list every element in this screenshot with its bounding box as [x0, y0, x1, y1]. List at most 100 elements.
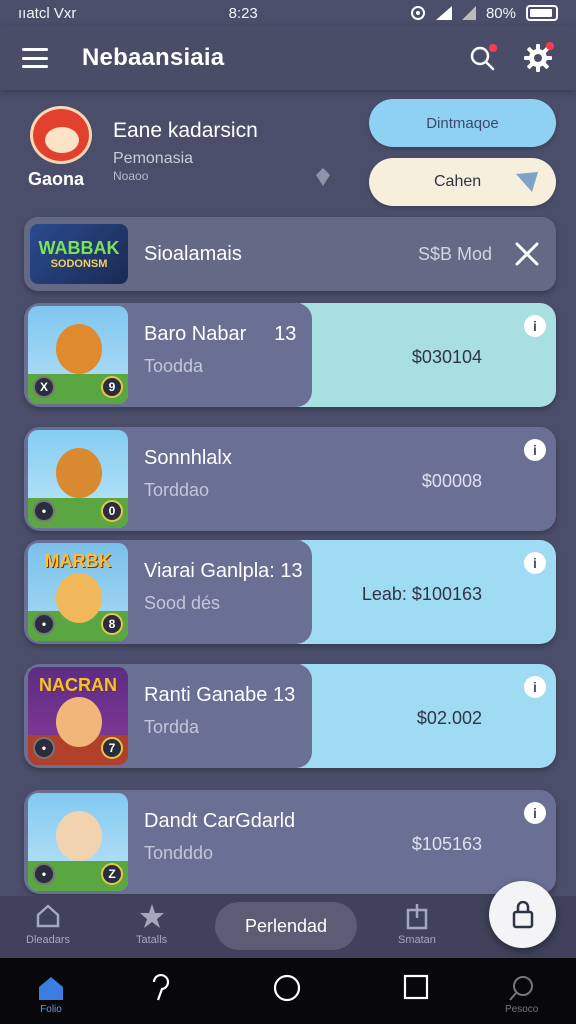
top-app-bar: Nebaansiaia	[0, 26, 576, 90]
nav-item-details[interactable]: Tatalls	[136, 902, 167, 946]
thumb-badge-right: 7	[101, 737, 123, 759]
game-thumbnail: • Z	[28, 793, 128, 891]
wifi-icon	[461, 6, 476, 20]
star-icon	[139, 904, 164, 928]
thumb-badge-right: 8	[101, 613, 123, 635]
sys-search-label: Pesoco	[505, 1004, 539, 1015]
featured-item[interactable]: WABBAK SODONSM Sioalamais S$B Mod	[24, 217, 556, 291]
primary-action-button[interactable]: Dintmaqoe	[369, 99, 556, 147]
mascot-icon	[30, 106, 92, 164]
secondary-action-button[interactable]: Cahen	[369, 158, 556, 206]
featured-label: Sioalamais	[144, 242, 242, 265]
game-price: $02.002	[416, 708, 482, 728]
system-nav-bar: Folio Pesoco	[0, 958, 576, 1024]
info-icon[interactable]: i	[524, 315, 546, 337]
carrier-label: ııatcl Vxr	[18, 4, 77, 22]
send-icon	[516, 172, 538, 192]
logo-text: Gaona	[28, 169, 85, 189]
page-title: Nebaansiaia	[82, 44, 225, 71]
search-button[interactable]	[466, 42, 498, 74]
game-price: $00008	[421, 471, 482, 491]
search-icon	[508, 976, 533, 1001]
info-icon[interactable]: i	[524, 676, 546, 698]
featured-thumb-title: WABBAK	[38, 237, 120, 258]
close-button[interactable]	[512, 239, 542, 269]
thumb-badge-left: •	[33, 500, 55, 522]
game-thumbnail: • 0	[28, 430, 128, 528]
sync-icon	[410, 6, 425, 20]
status-icons: 80%	[410, 5, 558, 22]
game-art-title: NACRAN	[39, 675, 117, 695]
game-subtitle: Torddao	[144, 480, 210, 500]
circle-icon	[273, 974, 301, 1002]
game-title: Sonnhlalx	[144, 447, 232, 469]
settings-button[interactable]	[522, 42, 554, 74]
menu-icon[interactable]	[22, 48, 48, 68]
game-card[interactable]: • Z Dandt CarGdarld Tondddo $105163 i	[24, 790, 556, 894]
clock: 8:23	[228, 4, 258, 22]
secondary-action-label: Cahen	[434, 173, 482, 190]
game-card[interactable]: X 9 Baro Nabar 13 Toodda $030104 i	[24, 303, 556, 407]
nav-label: Tatalls	[136, 934, 168, 946]
close-icon	[515, 242, 539, 266]
featured-thumbnail: WABBAK SODONSM	[30, 224, 128, 284]
info-icon[interactable]: i	[524, 439, 546, 461]
square-icon	[403, 974, 429, 1000]
nav-item-smatan[interactable]: Smatan	[398, 902, 436, 946]
notification-dot	[489, 44, 497, 52]
tag-icon	[316, 168, 330, 186]
game-subtitle: Toodda	[144, 356, 204, 376]
thumb-badge-right: 0	[101, 500, 123, 522]
sys-search-button[interactable]: Pesoco	[505, 974, 538, 1015]
nav-pill-button[interactable]: Perlendad	[215, 902, 357, 950]
game-price: $030104	[411, 347, 482, 367]
floating-action-button[interactable]	[489, 881, 556, 948]
thumb-badge-left: •	[33, 863, 55, 885]
featured-thumb-subtitle: SODONSM	[50, 257, 108, 270]
nav-label: Dleadars	[26, 934, 71, 946]
back-icon	[152, 974, 170, 1001]
home-outline-icon	[36, 904, 60, 928]
featured-price: S$B Mod	[417, 243, 492, 264]
battery-percent: 80%	[485, 4, 516, 22]
app-logo: Gaona	[24, 106, 100, 190]
game-title: Baro Nabar 13	[144, 323, 297, 345]
game-price: Leab: $100163	[361, 584, 482, 604]
game-card[interactable]: MARBK • 8 Viarai Ganlpla: 13 Sood dés Le…	[24, 540, 556, 644]
game-card[interactable]: NACRAN • 7 Ranti Ganabe 13 Tordda $02.00…	[24, 664, 556, 768]
sys-recents-button[interactable]	[403, 974, 429, 1000]
game-card[interactable]: • 0 Sonnhlalx Torddao $00008 i	[24, 427, 556, 531]
sys-circle-button[interactable]	[273, 974, 301, 1002]
game-thumbnail: MARBK • 8	[28, 543, 128, 641]
thumb-badge-left: •	[33, 613, 55, 635]
settings-alert-dot	[546, 42, 554, 50]
nav-label: Smatan	[398, 934, 436, 946]
home-icon	[39, 977, 63, 1000]
game-title: Dandt CarGdarld	[144, 810, 296, 832]
thumb-badge-left: •	[33, 737, 55, 759]
sys-back-button[interactable]	[148, 974, 172, 1002]
game-subtitle: Sood dés	[144, 593, 221, 613]
share-icon	[406, 904, 428, 930]
battery-icon	[526, 5, 558, 21]
game-art-title: MARBK	[44, 551, 112, 571]
status-bar: ııatcl Vxr 8:23 80%	[0, 0, 576, 26]
lock-icon	[512, 900, 533, 928]
thumb-badge-right: 9	[101, 376, 123, 398]
game-title: Ranti Ganabe 13	[144, 684, 296, 706]
thumb-badge-left: X	[33, 376, 55, 398]
info-icon[interactable]: i	[524, 802, 546, 824]
sys-home-button[interactable]: Folio	[36, 974, 66, 1015]
game-title: Viarai Ganlpla: 13	[144, 560, 303, 582]
game-thumbnail: NACRAN • 7	[28, 667, 128, 765]
nav-item-leaders[interactable]: Dleadars	[26, 902, 70, 946]
profile-subtitle: Pemonasia	[113, 150, 194, 167]
sys-home-label: Folio	[40, 1004, 62, 1015]
info-icon[interactable]: i	[524, 552, 546, 574]
thumb-badge-right: Z	[101, 863, 123, 885]
game-thumbnail: X 9	[28, 306, 128, 404]
profile-name: Eane kadarsicn	[113, 119, 258, 142]
signal-icon	[435, 6, 452, 20]
profile-subtitle-secondary: Noaoo	[113, 169, 149, 183]
game-price: $105163	[411, 834, 482, 854]
